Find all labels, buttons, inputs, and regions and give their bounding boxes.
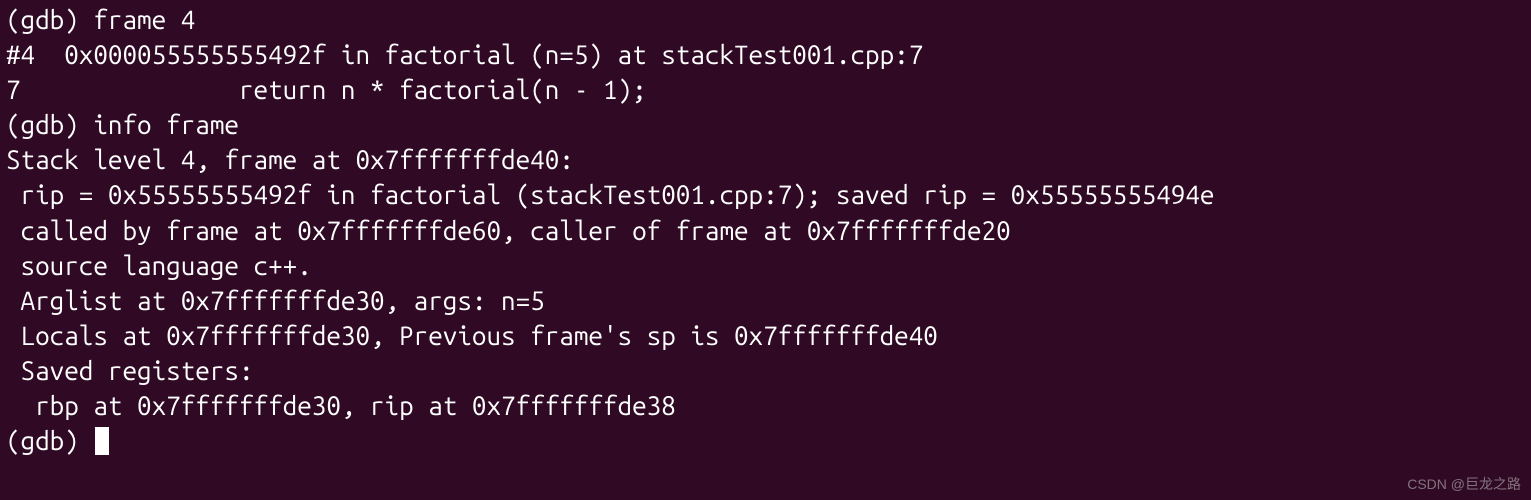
terminal-line: 7 return n * factorial(n - 1); <box>6 72 1525 107</box>
terminal-line: (gdb) info frame <box>6 107 1525 142</box>
terminal-line: rbp at 0x7fffffffde30, rip at 0x7fffffff… <box>6 388 1525 423</box>
cursor-icon <box>95 427 109 455</box>
terminal-line: rip = 0x55555555492f in factorial (stack… <box>6 177 1525 212</box>
terminal-prompt-line[interactable]: (gdb) <box>6 423 1525 458</box>
watermark-text: CSDN @巨龙之路 <box>1407 475 1521 494</box>
terminal-line: Saved registers: <box>6 353 1525 388</box>
terminal-line: Locals at 0x7fffffffde30, Previous frame… <box>6 318 1525 353</box>
terminal-line: (gdb) frame 4 <box>6 2 1525 37</box>
terminal-line: Arglist at 0x7fffffffde30, args: n=5 <box>6 283 1525 318</box>
terminal-line: called by frame at 0x7fffffffde60, calle… <box>6 213 1525 248</box>
gdb-prompt: (gdb) <box>6 426 93 455</box>
terminal-line: #4 0x000055555555492f in factorial (n=5)… <box>6 37 1525 72</box>
terminal-line: Stack level 4, frame at 0x7fffffffde40: <box>6 142 1525 177</box>
terminal-output: (gdb) frame 4 #4 0x000055555555492f in f… <box>6 2 1525 458</box>
terminal-line: source language c++. <box>6 248 1525 283</box>
